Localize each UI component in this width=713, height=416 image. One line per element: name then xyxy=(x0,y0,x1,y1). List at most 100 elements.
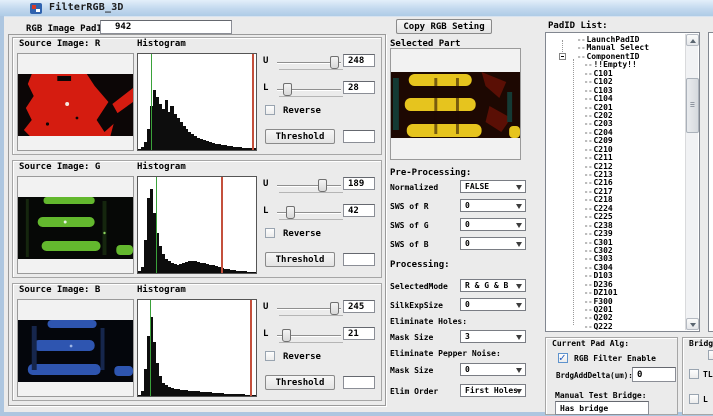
slider-groove xyxy=(279,192,343,193)
slider-track[interactable] xyxy=(277,185,341,187)
lower-label: L xyxy=(263,329,268,339)
tree-item[interactable]: C211 xyxy=(546,154,685,162)
mask-size-pepper-dropdown[interactable]: 0 xyxy=(460,363,526,376)
scroll-up-button[interactable] xyxy=(686,34,699,46)
tree-item[interactable]: C204 xyxy=(546,129,685,137)
slider-thumb[interactable] xyxy=(286,206,295,219)
title-bar[interactable]: FilterRGB_3D xyxy=(0,0,713,16)
mask-size-pepper-label: Mask Size xyxy=(390,366,433,375)
tree-item[interactable]: Q202 xyxy=(546,314,685,322)
upper-slider[interactable] xyxy=(277,179,341,192)
lower-value-input[interactable] xyxy=(343,204,375,217)
tree-item[interactable]: C304 xyxy=(546,264,685,272)
tree-item[interactable]: C218 xyxy=(546,196,685,204)
eliminate-holes-title: Eliminate Holes: xyxy=(390,317,467,326)
lower-value-input[interactable] xyxy=(343,327,375,340)
threshold-button[interactable]: Threshold xyxy=(265,129,335,144)
tree-scrollbar[interactable] xyxy=(685,34,698,330)
cutoff-panel-edge xyxy=(708,32,713,332)
preprocessing-title: Pre-Processing: xyxy=(390,168,471,178)
normalized-dropdown[interactable]: FALSE xyxy=(460,180,526,193)
window-title: FilterRGB_3D xyxy=(49,2,124,13)
tree-item[interactable]: C302 xyxy=(546,247,685,255)
tree-item[interactable]: C102 xyxy=(546,78,685,86)
scrollbar-thumb[interactable] xyxy=(686,78,699,133)
tree-item[interactable]: C212 xyxy=(546,163,685,171)
bridge-checkbox[interactable] xyxy=(708,350,713,360)
tree-item[interactable]: Q222 xyxy=(546,323,685,331)
padid-tree: LaunchPadIDManual SelectComponentID!!Emp… xyxy=(545,32,700,332)
tree-item[interactable]: C101 xyxy=(546,70,685,78)
tree-item[interactable]: C209 xyxy=(546,137,685,145)
tree-item[interactable]: C210 xyxy=(546,146,685,154)
tree-item[interactable]: C238 xyxy=(546,222,685,230)
silk-exp-size-dropdown[interactable]: 0 xyxy=(460,298,526,311)
lower-slider[interactable] xyxy=(277,83,341,96)
tree-item[interactable]: C203 xyxy=(546,120,685,128)
tree-item[interactable]: C104 xyxy=(546,95,685,103)
reverse-checkbox[interactable] xyxy=(265,105,275,115)
tree-item[interactable]: Q201 xyxy=(546,306,685,314)
tree-item[interactable]: C301 xyxy=(546,239,685,247)
padid-list-title: PadID List: xyxy=(548,21,608,31)
tree-item[interactable]: C217 xyxy=(546,188,685,196)
manual-test-bridge-input[interactable] xyxy=(555,401,649,415)
selected-mode-dropdown[interactable]: R & G & B xyxy=(460,279,526,292)
upper-value-input[interactable] xyxy=(343,177,375,190)
threshold-button[interactable]: Threshold xyxy=(265,252,335,267)
tree-item[interactable]: C201 xyxy=(546,104,685,112)
source-image-b-thumbnail xyxy=(17,299,134,397)
rgb-filter-enable-checkbox[interactable] xyxy=(558,353,568,363)
reverse-checkbox[interactable] xyxy=(265,351,275,361)
tree-item-label: !!Empty!! xyxy=(584,60,637,69)
lower-slider[interactable] xyxy=(277,329,341,342)
slider-thumb[interactable] xyxy=(283,83,292,96)
tree-item[interactable]: C224 xyxy=(546,205,685,213)
threshold-value-input[interactable] xyxy=(343,376,375,389)
dropdown-value: 0 xyxy=(465,201,470,210)
copy-rgb-setting-button[interactable]: Copy RGB Seting xyxy=(396,19,492,34)
brdg-add-delta-input[interactable] xyxy=(632,367,676,382)
scroll-down-button[interactable] xyxy=(686,318,699,330)
sws-g-dropdown[interactable]: 0 xyxy=(460,218,526,231)
threshold-value-input[interactable] xyxy=(343,253,375,266)
tree-item[interactable]: !!Empty!! xyxy=(546,61,685,69)
tree-item[interactable]: C213 xyxy=(546,171,685,179)
tree-item[interactable]: C239 xyxy=(546,230,685,238)
source-image-r-thumbnail xyxy=(17,53,134,151)
chevron-down-icon xyxy=(516,389,522,394)
slider-groove xyxy=(279,219,343,220)
elim-order-dropdown[interactable]: First Holes, xyxy=(460,384,526,397)
slider-thumb[interactable] xyxy=(282,329,291,342)
tree-item[interactable]: F300 xyxy=(546,298,685,306)
slider-thumb[interactable] xyxy=(318,179,327,192)
lower-slider[interactable] xyxy=(277,206,341,219)
mask-size-holes-dropdown[interactable]: 3 xyxy=(460,330,526,343)
sws-r-dropdown[interactable]: 0 xyxy=(460,199,526,212)
tree-item[interactable]: C225 xyxy=(546,213,685,221)
tree-item[interactable]: C103 xyxy=(546,87,685,95)
slider-thumb[interactable] xyxy=(330,302,339,315)
collapse-icon[interactable] xyxy=(559,53,566,60)
threshold-button[interactable]: Threshold xyxy=(265,375,335,390)
histogram-title: Histogram xyxy=(137,285,186,295)
sws-b-dropdown[interactable]: 0 xyxy=(460,237,526,250)
chevron-down-icon xyxy=(516,185,522,190)
tree-item[interactable]: D103 xyxy=(546,272,685,280)
bridge-tl-checkbox[interactable] xyxy=(689,369,699,379)
tree-item[interactable]: C202 xyxy=(546,112,685,120)
tree-item[interactable]: DZ101 xyxy=(546,289,685,297)
dropdown-value: First Holes, xyxy=(465,386,517,395)
tree-item[interactable]: C303 xyxy=(546,255,685,263)
lower-value-input[interactable] xyxy=(343,81,375,94)
upper-slider[interactable] xyxy=(277,56,341,69)
slider-thumb[interactable] xyxy=(330,56,339,69)
upper-value-input[interactable] xyxy=(343,54,375,67)
reverse-checkbox[interactable] xyxy=(265,228,275,238)
tree-item[interactable]: C216 xyxy=(546,179,685,187)
bridge-l-checkbox[interactable] xyxy=(689,394,699,404)
pad-id-input[interactable] xyxy=(100,20,232,34)
threshold-value-input[interactable] xyxy=(343,130,375,143)
upper-value-input[interactable] xyxy=(343,300,375,313)
upper-slider[interactable] xyxy=(277,302,341,315)
